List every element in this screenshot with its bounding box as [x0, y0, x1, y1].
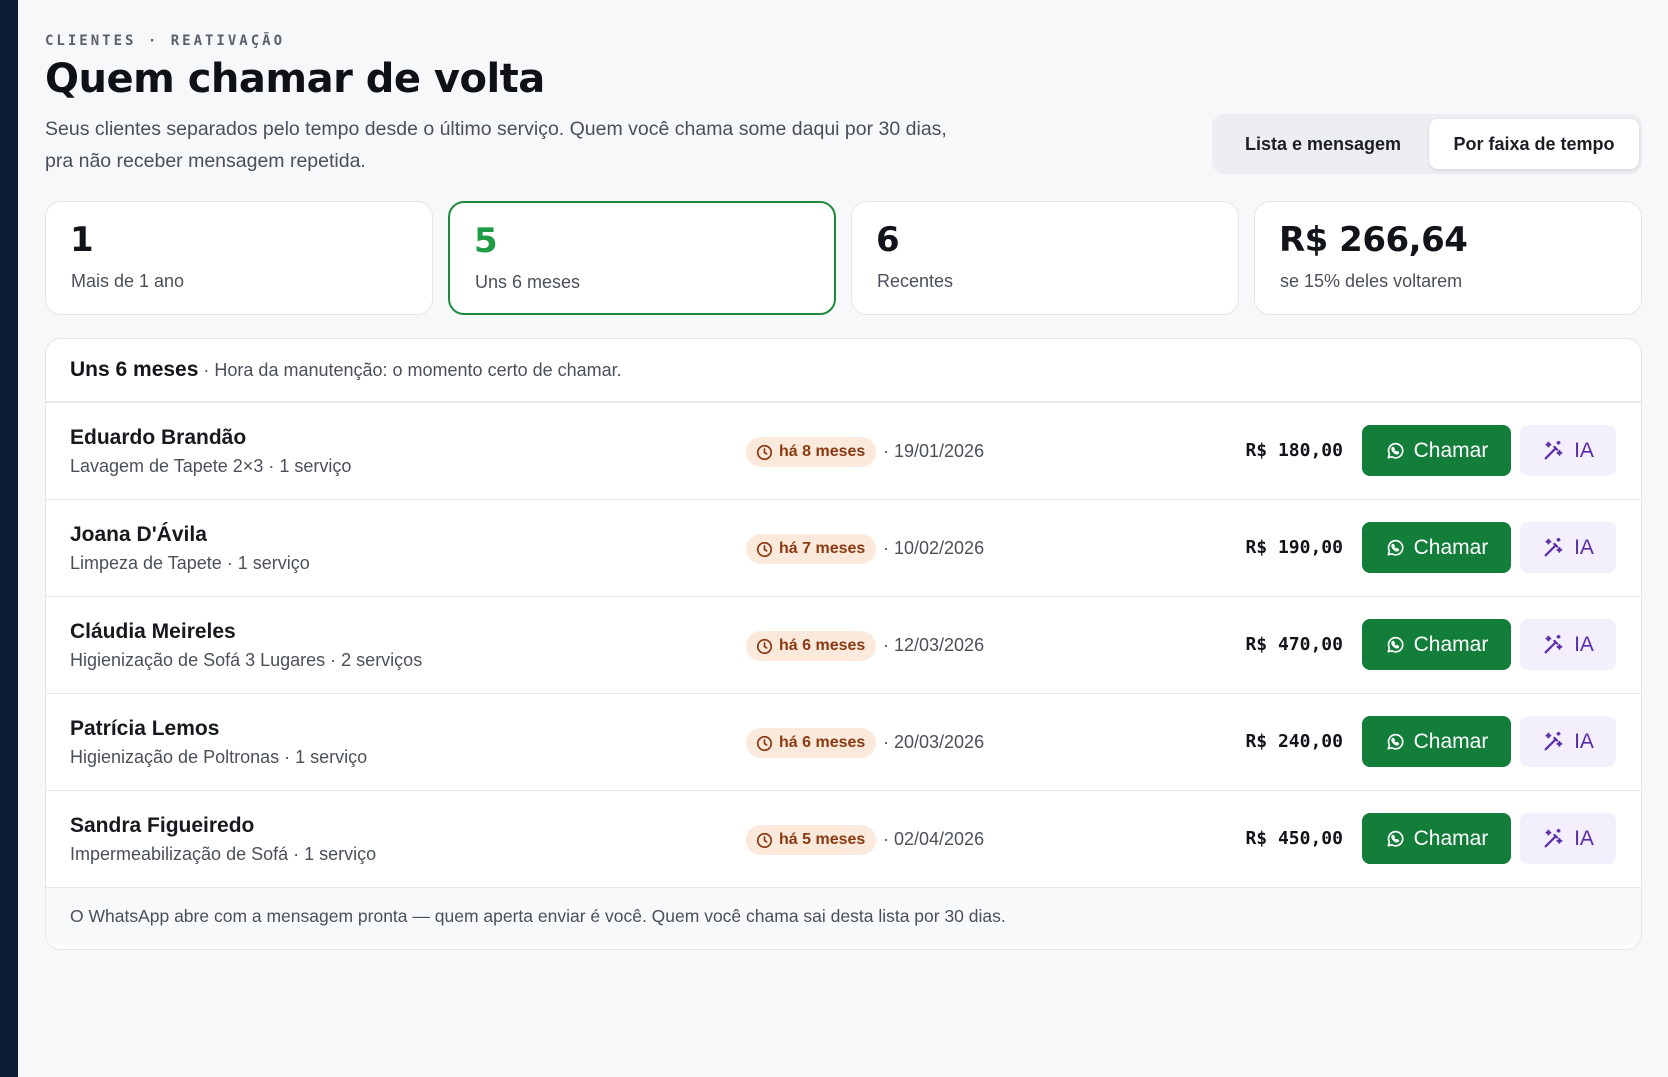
stat-card-over-1-year[interactable]: 1 Mais de 1 ano	[45, 201, 433, 315]
whatsapp-icon	[1387, 442, 1404, 459]
client-name: Eduardo Brandão	[70, 426, 247, 449]
time-since-badge: há 7 meses	[746, 534, 877, 564]
toggle-by-time-range[interactable]: Por faixa de tempo	[1429, 119, 1639, 169]
stat-card-potential-revenue: R$ 266,64 se 15% deles voltarem	[1254, 201, 1642, 315]
ai-button-label: IA	[1574, 729, 1594, 753]
panel-header: Uns 6 meses · Hora da manutenção: o mome…	[46, 339, 1641, 403]
whatsapp-icon	[1387, 539, 1404, 556]
time-since-label: há 5 meses	[779, 831, 866, 848]
toggle-list-and-message[interactable]: Lista e mensagem	[1217, 119, 1429, 169]
ai-button-label: IA	[1574, 632, 1594, 656]
call-button[interactable]: Chamar	[1362, 619, 1511, 670]
ai-message-button[interactable]: IA	[1520, 425, 1616, 476]
stat-label: Uns 6 meses	[475, 272, 581, 292]
client-list: Eduardo Brandão Lavagem de Tapete 2×3 · …	[46, 403, 1641, 888]
ai-button-label: IA	[1574, 535, 1594, 559]
ai-message-button[interactable]: IA	[1520, 522, 1616, 573]
time-since-badge: há 5 meses	[746, 825, 877, 855]
clock-icon	[756, 832, 773, 848]
call-button[interactable]: Chamar	[1362, 522, 1511, 573]
time-since-label: há 6 meses	[779, 637, 866, 654]
client-value: R$ 470,00	[1245, 634, 1343, 655]
bucket-title: Uns 6 meses	[70, 358, 199, 381]
client-row: Sandra Figueiredo Impermeabilização de S…	[46, 791, 1641, 888]
magic-wand-icon	[1544, 828, 1563, 847]
stat-value: 1	[70, 220, 94, 260]
panel-footer: O WhatsApp abre com a mensagem pronta — …	[46, 888, 1641, 945]
stat-label: Mais de 1 ano	[71, 271, 185, 291]
whatsapp-icon	[1387, 830, 1404, 847]
last-service-date: · 20/03/2026	[883, 732, 985, 752]
ai-message-button[interactable]: IA	[1520, 619, 1616, 670]
stat-value: 6	[876, 220, 900, 260]
client-row: Eduardo Brandão Lavagem de Tapete 2×3 · …	[46, 403, 1641, 500]
magic-wand-icon	[1544, 731, 1563, 750]
time-since-badge: há 8 meses	[746, 437, 877, 467]
time-since-badge: há 6 meses	[746, 631, 877, 661]
whatsapp-icon	[1387, 636, 1404, 653]
client-service-detail: Limpeza de Tapete · 1 serviço	[70, 553, 310, 573]
view-toggle: Lista e mensagem Por faixa de tempo	[1212, 114, 1642, 174]
ai-message-button[interactable]: IA	[1520, 813, 1616, 864]
client-value: R$ 180,00	[1245, 440, 1343, 461]
magic-wand-icon	[1544, 440, 1563, 459]
client-value: R$ 190,00	[1245, 537, 1343, 558]
client-row: Joana D'Ávila Limpeza de Tapete · 1 serv…	[46, 500, 1641, 597]
client-value: R$ 240,00	[1245, 731, 1343, 752]
stat-card-about-6-months[interactable]: 5 Uns 6 meses	[448, 201, 836, 315]
stat-value: R$ 266,64	[1279, 220, 1468, 260]
stat-value: 5	[474, 221, 498, 261]
client-name: Joana D'Ávila	[70, 523, 207, 546]
magic-wand-icon	[1544, 634, 1563, 653]
magic-wand-icon	[1544, 537, 1563, 556]
client-name: Patrícia Lemos	[70, 717, 220, 740]
clients-panel: Uns 6 meses · Hora da manutenção: o mome…	[45, 338, 1642, 950]
call-button[interactable]: Chamar	[1362, 425, 1511, 476]
last-service-date: · 19/01/2026	[883, 441, 985, 461]
page-eyebrow: CLIENTES · REATIVAÇÃO	[45, 33, 286, 49]
clock-icon	[756, 735, 773, 751]
client-service-detail: Higienização de Poltronas · 1 serviço	[70, 747, 368, 767]
call-button-label: Chamar	[1413, 729, 1489, 753]
call-button-label: Chamar	[1413, 632, 1489, 656]
time-since-label: há 7 meses	[779, 540, 866, 557]
client-service-detail: Lavagem de Tapete 2×3 · 1 serviço	[70, 456, 352, 476]
whatsapp-icon	[1387, 733, 1404, 750]
sidebar-strip	[0, 0, 18, 1077]
time-since-badge: há 6 meses	[746, 728, 877, 758]
page-title: Quem chamar de volta	[45, 56, 545, 102]
ai-button-label: IA	[1574, 438, 1594, 462]
client-row: Patrícia Lemos Higienização de Poltronas…	[46, 694, 1641, 791]
clock-icon	[756, 638, 773, 654]
client-name: Sandra Figueiredo	[70, 814, 255, 837]
call-button[interactable]: Chamar	[1362, 716, 1511, 767]
ai-button-label: IA	[1574, 826, 1594, 850]
bucket-note: · Hora da manutenção: o momento certo de…	[203, 359, 622, 380]
clock-icon	[756, 444, 773, 460]
clock-icon	[756, 541, 773, 557]
client-service-detail: Impermeabilização de Sofá · 1 serviço	[70, 844, 377, 864]
client-name: Cláudia Meireles	[70, 620, 236, 643]
call-button-label: Chamar	[1413, 826, 1489, 850]
last-service-date: · 10/02/2026	[883, 538, 985, 558]
stat-label: Recentes	[877, 271, 954, 291]
call-button-label: Chamar	[1413, 535, 1489, 559]
stats-row: 1 Mais de 1 ano 5 Uns 6 meses 6 Recentes…	[45, 201, 1642, 315]
call-button[interactable]: Chamar	[1362, 813, 1511, 864]
stat-card-recent[interactable]: 6 Recentes	[851, 201, 1239, 315]
last-service-date: · 12/03/2026	[883, 635, 985, 655]
client-row: Cláudia Meireles Higienização de Sofá 3 …	[46, 597, 1641, 694]
time-since-label: há 8 meses	[779, 443, 866, 460]
ai-message-button[interactable]: IA	[1520, 716, 1616, 767]
call-button-label: Chamar	[1413, 438, 1489, 462]
last-service-date: · 02/04/2026	[883, 829, 985, 849]
page-subtitle: Seus clientes separados pelo tempo desde…	[45, 118, 947, 172]
client-service-detail: Higienização de Sofá 3 Lugares · 2 servi…	[70, 650, 423, 670]
time-since-label: há 6 meses	[779, 734, 866, 751]
client-value: R$ 450,00	[1245, 828, 1343, 849]
stat-label: se 15% deles voltarem	[1280, 271, 1463, 291]
